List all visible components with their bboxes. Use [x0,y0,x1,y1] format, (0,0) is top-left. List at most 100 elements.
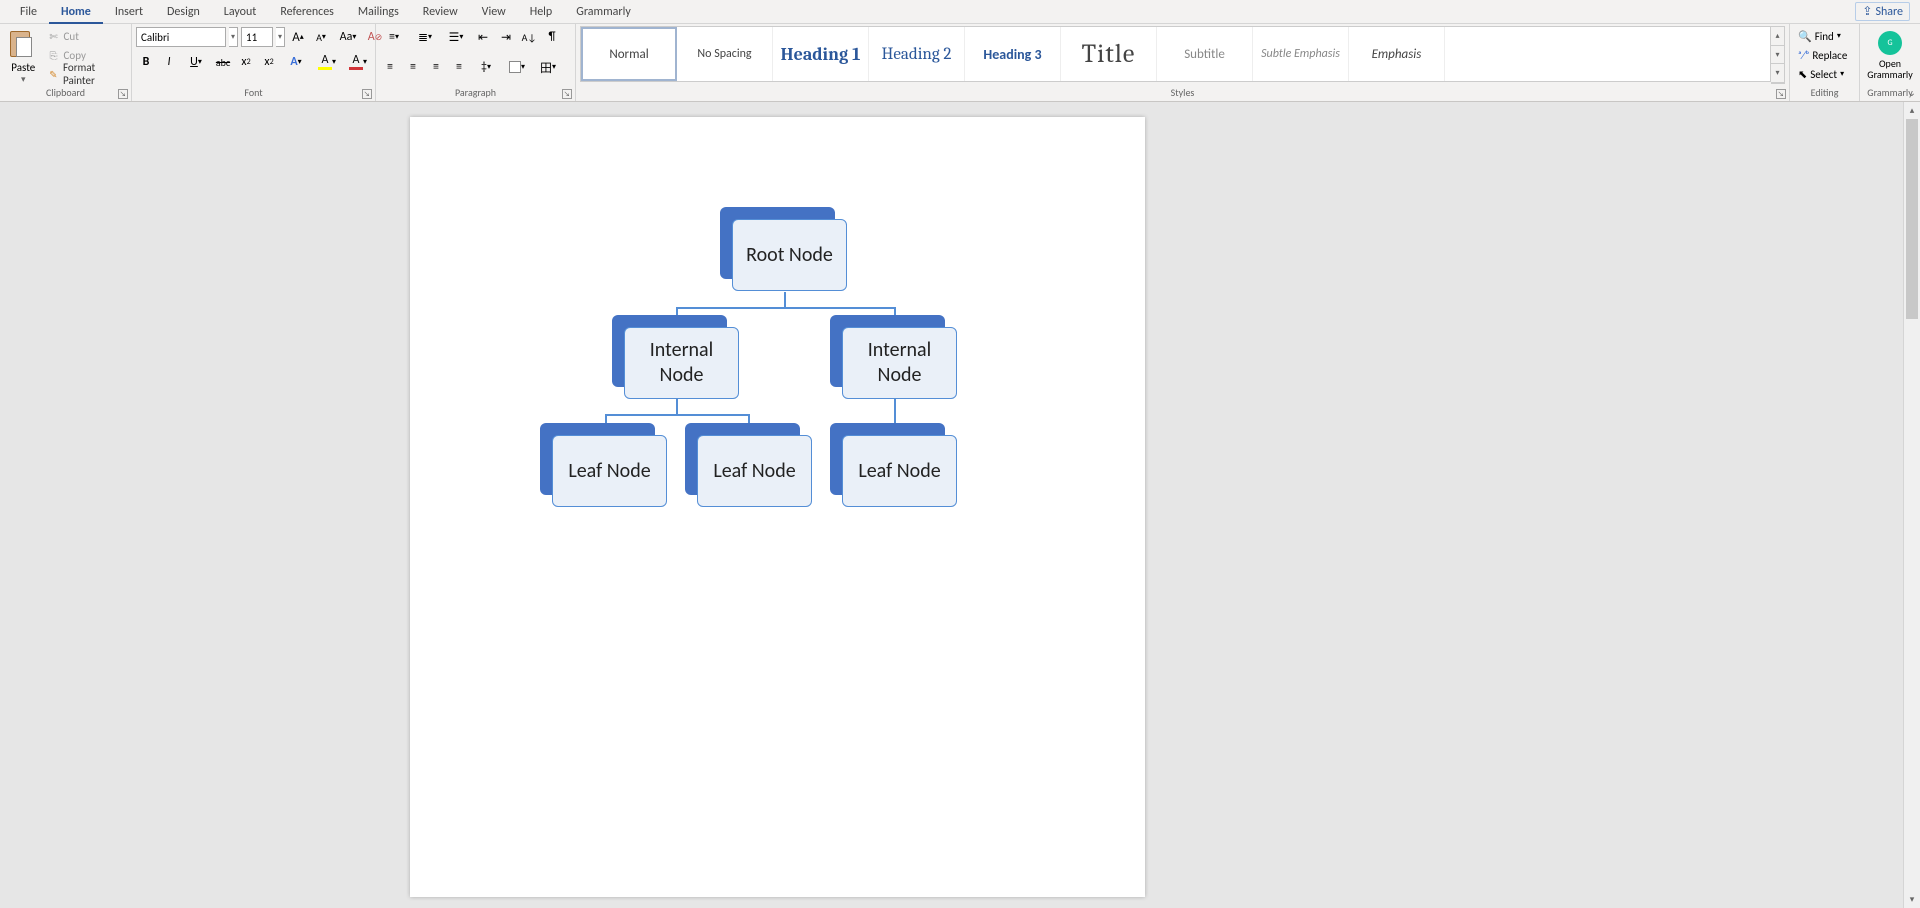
tab-mailings[interactable]: Mailings [346,0,411,24]
menu-tabs: File Home Insert Design Layout Reference… [0,0,1920,24]
change-case-button[interactable]: Aa▾ [334,27,362,47]
strikethrough-button[interactable]: abc [213,52,233,72]
superscript-button[interactable]: x2 [259,52,279,72]
line-spacing-button[interactable]: ‡▾ [472,57,500,77]
tab-review[interactable]: Review [411,0,470,24]
style-subtitle[interactable]: Subtitle [1157,27,1253,81]
vertical-scrollbar[interactable]: ▴ ▾ [1903,102,1920,908]
node-leaf-1[interactable]: Leaf Node [552,435,667,507]
cursor-icon: ⬉ [1798,68,1807,81]
node-root[interactable]: Root Node [732,219,847,291]
replace-label: Replace [1812,49,1847,62]
select-button[interactable]: ⬉ Select ▾ [1794,65,1848,83]
font-color-button[interactable]: A▾ [344,52,372,72]
show-hide-marks-button[interactable]: ¶ [542,27,562,47]
tab-insert[interactable]: Insert [103,0,155,24]
align-right-button[interactable]: ≡ [426,57,446,77]
font-dialog-launcher[interactable]: ↘ [362,89,372,99]
style-normal[interactable]: Normal [581,27,677,81]
scroll-up-icon[interactable]: ▴ [1904,102,1920,119]
paste-button[interactable]: Paste ▾ [4,27,43,85]
style-heading-1[interactable]: Heading 1 [773,27,869,81]
select-dropdown-icon[interactable]: ▾ [1840,69,1844,79]
share-button[interactable]: ⇪ Share [1855,2,1910,21]
replace-button[interactable]: ᵃ⁄ᵇ Replace [1794,46,1851,64]
open-grammarly-button[interactable]: G Open Grammarly [1864,27,1916,80]
subscript-button[interactable]: x2 [236,52,256,72]
style-scroll-up-icon[interactable]: ▴ [1771,27,1784,46]
style-heading-3[interactable]: Heading 3 [965,27,1061,81]
shading-button[interactable]: ▾ [503,57,531,77]
tab-help[interactable]: Help [518,0,565,24]
grammarly-label: Open Grammarly [1864,58,1916,80]
page[interactable]: Root Node Internal Node Internal Node Le… [410,117,1145,897]
bold-button[interactable]: B [136,52,156,72]
style-heading-2[interactable]: Heading 2 [869,27,965,81]
bullets-button[interactable]: ≡▾ [380,27,408,47]
tab-layout[interactable]: Layout [212,0,269,24]
format-painter-button[interactable]: ✎ Format Painter [47,65,127,83]
tab-home[interactable]: Home [49,0,103,24]
grow-font-button[interactable]: A▴ [288,27,308,47]
node-internal-left[interactable]: Internal Node [624,327,739,399]
paste-label: Paste [11,61,35,74]
underline-button[interactable]: U▾ [182,52,210,72]
find-label: Find [1815,30,1834,43]
scissors-icon: ✄ [47,29,61,43]
group-label-styles: Styles ↘ [576,86,1789,101]
style-scroll-down-icon[interactable]: ▾ [1771,46,1784,65]
font-size-dropdown[interactable]: ▾ [276,27,285,47]
scroll-thumb[interactable] [1906,119,1918,319]
node-leaf-2[interactable]: Leaf Node [697,435,812,507]
find-dropdown-icon[interactable]: ▾ [1837,31,1841,41]
style-gallery-scroll[interactable]: ▴ ▾ ▾ [1771,26,1785,84]
replace-icon: ᵃ⁄ᵇ [1798,49,1809,62]
numbering-button[interactable]: ≣▾ [411,27,439,47]
italic-button[interactable]: I [159,52,179,72]
group-label-paragraph: Paragraph ↘ [376,86,575,101]
group-label-editing: Editing [1790,86,1859,101]
text-effects-button[interactable]: A▾ [282,52,310,72]
select-label: Select [1810,68,1837,81]
group-clipboard: Paste ▾ ✄ Cut ⎘ Copy ✎ Format Painter Cl… [0,24,132,101]
clipboard-dialog-launcher[interactable]: ↘ [118,89,128,99]
sort-button[interactable]: A↓ [519,27,539,47]
tab-design[interactable]: Design [155,0,212,24]
font-size-input[interactable] [241,27,273,47]
style-subtle-emphasis[interactable]: Subtle Emphasis [1253,27,1349,81]
font-name-input[interactable] [136,27,226,47]
cut-button[interactable]: ✄ Cut [47,27,127,45]
style-emphasis[interactable]: Emphasis [1349,27,1445,81]
decrease-indent-button[interactable]: ⇤ [473,27,493,47]
node-leaf-3[interactable]: Leaf Node [842,435,957,507]
share-label: Share [1875,5,1903,19]
align-center-button[interactable]: ≡ [403,57,423,77]
styles-dialog-launcher[interactable]: ↘ [1776,89,1786,99]
smartart-hierarchy[interactable]: Root Node Internal Node Internal Node Le… [540,207,1030,537]
tab-grammarly[interactable]: Grammarly [564,0,643,24]
group-label-clipboard: Clipboard ↘ [0,86,131,101]
paste-dropdown-icon[interactable]: ▾ [21,74,26,85]
style-no-spacing[interactable]: No Spacing [677,27,773,81]
highlight-button[interactable]: A▾ [313,52,341,72]
style-title[interactable]: Title [1061,27,1157,81]
increase-indent-button[interactable]: ⇥ [496,27,516,47]
justify-button[interactable]: ≡ [449,57,469,77]
shrink-font-button[interactable]: A▾ [311,27,331,47]
multilevel-list-button[interactable]: ☰▾ [442,27,470,47]
ribbon: Paste ▾ ✄ Cut ⎘ Copy ✎ Format Painter Cl… [0,24,1920,102]
paragraph-dialog-launcher[interactable]: ↘ [562,89,572,99]
collapse-ribbon-icon[interactable]: ⌄ [1908,86,1916,99]
node-internal-right[interactable]: Internal Node [842,327,957,399]
scroll-down-icon[interactable]: ▾ [1904,891,1920,908]
tab-file[interactable]: File [8,0,49,24]
tab-references[interactable]: References [268,0,346,24]
tab-view[interactable]: View [470,0,518,24]
style-gallery-more-icon[interactable]: ▾ [1771,64,1784,83]
borders-button[interactable]: 田▾ [534,57,562,77]
font-name-dropdown[interactable]: ▾ [229,27,238,47]
group-editing: 🔍 Find ▾ ᵃ⁄ᵇ Replace ⬉ Select ▾ Editing [1790,24,1860,101]
find-button[interactable]: 🔍 Find ▾ [1794,27,1845,45]
align-left-button[interactable]: ≡ [380,57,400,77]
group-styles: Normal No Spacing Heading 1 Heading 2 He… [576,24,1790,101]
